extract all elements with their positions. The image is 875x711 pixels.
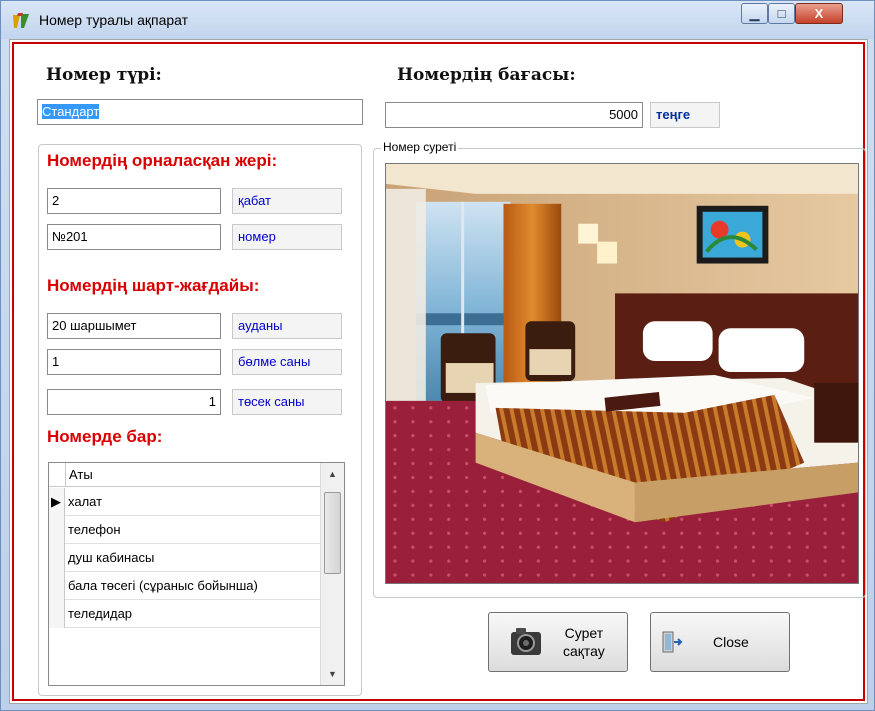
window-title: Номер туралы ақпарат <box>39 12 189 28</box>
photo-legend: Номер суреті <box>381 140 459 154</box>
row-indicator: ▶ <box>49 488 65 516</box>
row-indicator <box>49 544 65 572</box>
price-field[interactable]: 5000 <box>385 102 643 128</box>
location-header: Номердің орналасқан жері: <box>47 151 278 170</box>
room-number-label: номер <box>232 224 342 250</box>
row-indicator <box>49 600 65 628</box>
close-button[interactable]: Close <box>650 612 790 672</box>
exit-door-icon <box>662 631 683 653</box>
area-field[interactable]: 20 шаршымет <box>47 313 221 339</box>
app-logo-icon <box>13 13 29 28</box>
floor-field[interactable]: 2 <box>47 188 221 214</box>
amenities-header: Номерде бар: <box>47 427 163 446</box>
table-cell: душ кабинасы <box>68 550 155 565</box>
condition-header: Номердің шарт-жағдайы: <box>47 276 260 295</box>
room-photo <box>385 163 859 584</box>
scroll-up-icon[interactable]: ▲ <box>321 465 344 483</box>
price-unit-label: теңге <box>650 102 720 128</box>
maximize-button[interactable]: □ <box>768 3 795 24</box>
amenities-grid[interactable]: Аты ▶ халат телефон душ кабинасы бала тө… <box>48 462 345 686</box>
table-row[interactable]: бала төсегі (сұраныс бойынша) <box>49 572 320 600</box>
floor-label: қабат <box>232 188 342 214</box>
price-label: Номердің бағасы: <box>397 65 576 85</box>
table-row[interactable]: душ кабинасы <box>49 544 320 572</box>
row-indicator <box>49 572 65 600</box>
beds-count-field[interactable]: 1 <box>47 389 221 415</box>
table-cell: бала төсегі (сұраныс бойынша) <box>68 578 258 593</box>
room-type-field[interactable]: Стандарт <box>37 99 363 125</box>
grid-header-row: Аты <box>49 463 320 487</box>
window: Номер туралы ақпарат ▁ □ X Номер түрі: С… <box>0 0 875 711</box>
minimize-button[interactable]: ▁ <box>741 3 768 24</box>
row-indicator <box>49 516 65 544</box>
room-number-field[interactable]: №201 <box>47 224 221 250</box>
table-cell: теледидар <box>68 606 133 621</box>
close-window-button[interactable]: X <box>795 3 843 24</box>
save-photo-button[interactable]: Сурет сақтау <box>488 612 628 672</box>
table-row[interactable]: ▶ халат <box>49 488 320 516</box>
grid-column-header[interactable]: Аты <box>65 463 320 487</box>
current-row-marker-icon: ▶ <box>51 494 61 509</box>
rooms-count-field[interactable]: 1 <box>47 349 221 375</box>
grid-scrollbar[interactable]: ▲ ▼ <box>320 463 344 685</box>
table-row[interactable]: теледидар <box>49 600 320 628</box>
table-row[interactable]: телефон <box>49 516 320 544</box>
scroll-down-icon[interactable]: ▼ <box>321 665 344 683</box>
title-bar[interactable]: Номер туралы ақпарат ▁ □ X <box>1 1 874 39</box>
beds-count-label: төсек саны <box>232 389 342 415</box>
table-cell: халат <box>68 494 103 509</box>
rooms-count-label: бөлме саны <box>232 349 342 375</box>
room-type-label: Номер түрі: <box>46 65 162 85</box>
area-label: ауданы <box>232 313 342 339</box>
scroll-thumb[interactable] <box>324 492 341 574</box>
close-label: Close <box>713 634 749 650</box>
save-photo-label: Сурет сақтау <box>563 625 605 659</box>
camera-icon <box>511 628 541 655</box>
table-cell: телефон <box>68 522 121 537</box>
